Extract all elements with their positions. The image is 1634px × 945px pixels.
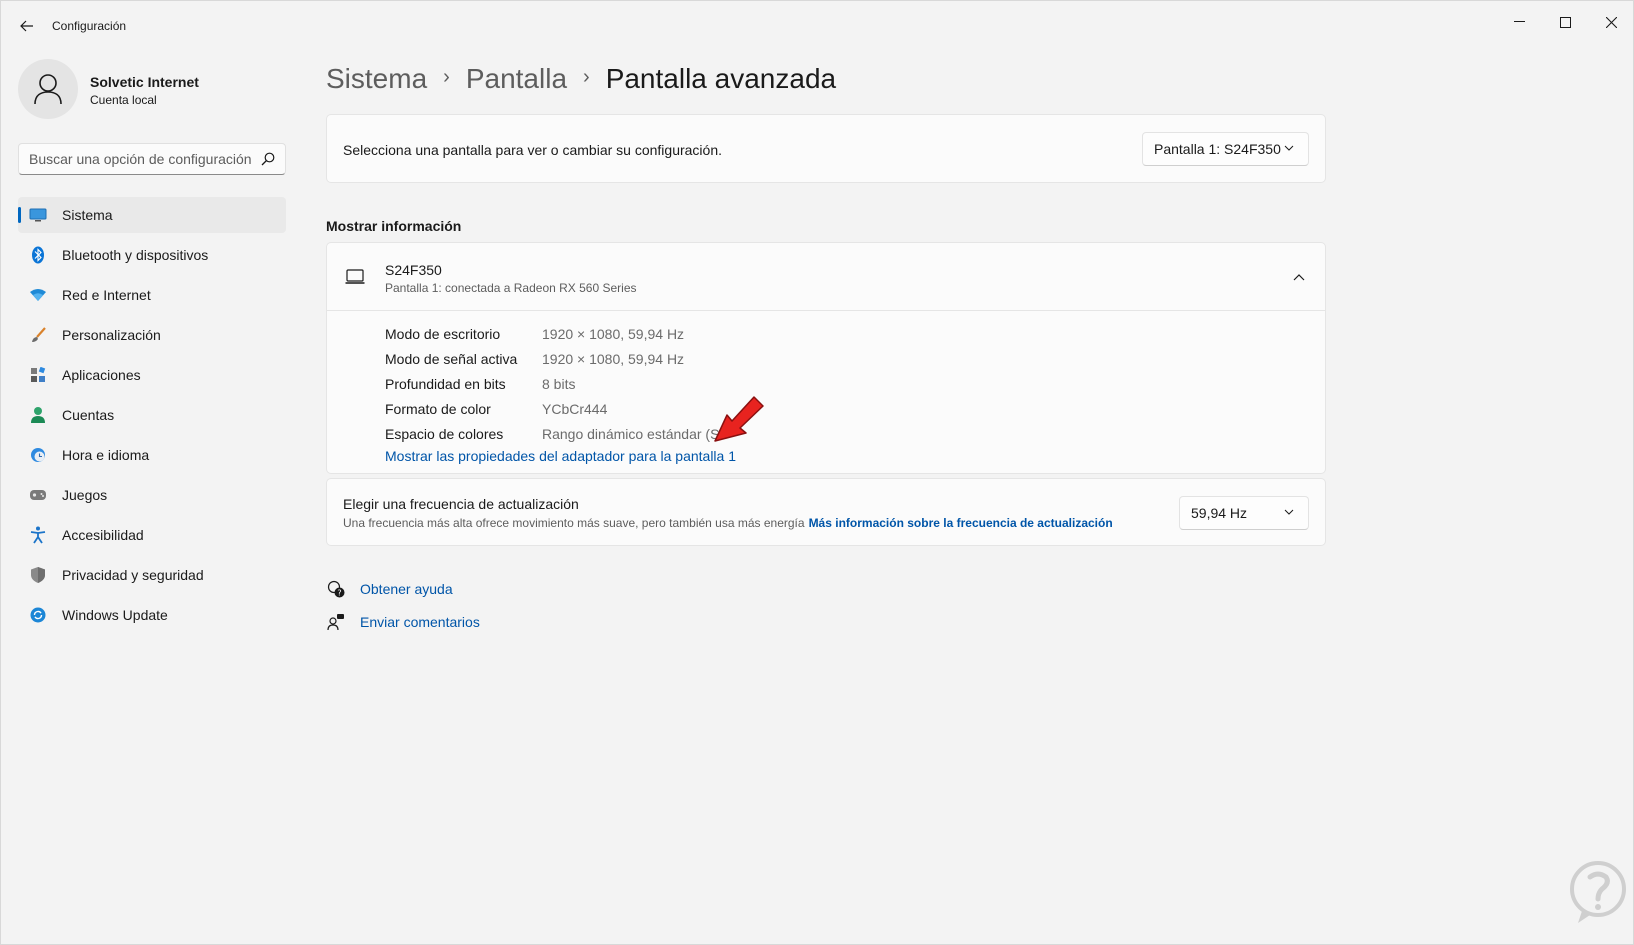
sidebar-item-accesibilidad[interactable]: Accesibilidad xyxy=(18,517,286,553)
sidebar-item-cuentas[interactable]: Cuentas xyxy=(18,397,286,433)
chevron-right-icon: › xyxy=(443,65,450,88)
search-icon[interactable] xyxy=(261,152,275,166)
search-input[interactable] xyxy=(29,149,254,169)
sidebar-item-label: Accesibilidad xyxy=(62,527,144,543)
sidebar-item-windows-update[interactable]: Windows Update xyxy=(18,597,286,633)
info-key: Profundidad en bits xyxy=(385,376,506,392)
breadcrumb-sistema[interactable]: Sistema xyxy=(326,63,427,95)
minimize-icon xyxy=(1513,21,1525,22)
sidebar-item-juegos[interactable]: Juegos xyxy=(18,477,286,513)
back-button[interactable] xyxy=(15,15,39,37)
system-icon xyxy=(29,206,47,224)
sidebar-item-label: Bluetooth y dispositivos xyxy=(62,247,209,263)
feedback-icon xyxy=(326,612,346,632)
info-key: Formato de color xyxy=(385,401,491,417)
close-button[interactable] xyxy=(1588,7,1634,37)
refresh-rate-description: Una frecuencia más alta ofrece movimient… xyxy=(343,516,1113,530)
wifi-icon xyxy=(29,286,47,304)
get-help-label: Obtener ayuda xyxy=(360,581,453,597)
section-title-display-info: Mostrar información xyxy=(326,218,462,234)
person-icon xyxy=(29,406,47,424)
sidebar-item-sistema[interactable]: Sistema xyxy=(18,197,286,233)
sidebar-item-label: Aplicaciones xyxy=(62,367,141,383)
info-key: Espacio de colores xyxy=(385,426,504,442)
sidebar-item-aplicaciones[interactable]: Aplicaciones xyxy=(18,357,286,393)
shield-icon xyxy=(29,566,47,584)
profile-account-type: Cuenta local xyxy=(90,93,157,107)
sidebar-item-label: Windows Update xyxy=(62,607,168,623)
back-arrow-icon xyxy=(20,20,33,32)
sidebar-item-label: Juegos xyxy=(62,487,108,503)
minimize-button[interactable] xyxy=(1496,7,1542,37)
annotation-arrow-icon xyxy=(714,396,764,442)
chevron-up-icon xyxy=(1293,274,1305,281)
sidebar-item-bluetooth[interactable]: Bluetooth y dispositivos xyxy=(18,237,286,273)
send-feedback-label: Enviar comentarios xyxy=(360,614,480,630)
sidebar-item-personalizacion[interactable]: Personalización xyxy=(18,317,286,353)
sidebar-item-label: Privacidad y seguridad xyxy=(62,567,204,583)
monitor-icon xyxy=(345,269,365,284)
display-dropdown[interactable]: Pantalla 1: S24F350 xyxy=(1142,132,1309,166)
page-title: Pantalla avanzada xyxy=(605,63,837,94)
breadcrumb: Sistema › Pantalla › Pantalla avanzada xyxy=(326,59,836,99)
refresh-rate-dropdown[interactable]: 59,94 Hz xyxy=(1179,496,1309,530)
display-select-prompt: Selecciona una pantalla para ver o cambi… xyxy=(343,142,723,158)
device-name: S24F350 xyxy=(385,262,442,278)
title-bar: Configuración xyxy=(1,1,1633,49)
info-value: 8 bits xyxy=(542,376,576,392)
refresh-rate-desc-text: Una frecuencia más alta ofrece movimient… xyxy=(343,516,805,530)
clock-globe-icon xyxy=(29,446,47,464)
sidebar-nav: Sistema Bluetooth y dispositivos Red e I… xyxy=(18,197,286,637)
refresh-rate-card: Elegir una frecuencia de actualización U… xyxy=(326,478,1326,546)
refresh-rate-title: Elegir una frecuencia de actualización xyxy=(343,496,579,512)
chevron-down-icon xyxy=(1284,145,1294,151)
search-box xyxy=(18,143,286,175)
sidebar-item-label: Hora e idioma xyxy=(62,447,150,463)
device-connection: Pantalla 1: conectada a Radeon RX 560 Se… xyxy=(385,281,637,295)
get-help-link[interactable]: ? Obtener ayuda xyxy=(326,579,453,599)
gamepad-icon xyxy=(29,486,47,504)
settings-window: Configuración Solvetic Internet Cuenta l… xyxy=(0,0,1634,945)
chevron-down-icon xyxy=(1284,509,1294,515)
info-key: Modo de escritorio xyxy=(385,326,501,342)
app-title: Configuración xyxy=(52,19,127,33)
sidebar-item-label: Sistema xyxy=(62,207,113,223)
collapse-button[interactable] xyxy=(1289,267,1309,287)
breadcrumb-pantalla[interactable]: Pantalla xyxy=(466,63,567,95)
svg-text:?: ? xyxy=(337,589,341,598)
update-icon xyxy=(29,606,47,624)
info-value: 1920 × 1080, 59,94 Hz xyxy=(542,326,685,342)
maximize-button[interactable] xyxy=(1542,7,1588,37)
chevron-right-icon: › xyxy=(583,65,590,88)
adapter-properties-link[interactable]: Mostrar las propiedades del adaptador pa… xyxy=(385,448,736,464)
sidebar-item-label: Red e Internet xyxy=(62,287,151,303)
sidebar-item-label: Personalización xyxy=(62,327,161,343)
info-value: YCbCr444 xyxy=(542,401,608,417)
avatar[interactable] xyxy=(18,59,78,119)
watermark-logo-icon xyxy=(1570,861,1626,923)
sidebar-item-privacidad[interactable]: Privacidad y seguridad xyxy=(18,557,286,593)
user-icon xyxy=(34,74,62,105)
bluetooth-icon xyxy=(29,246,47,264)
display-info-card: S24F350 Pantalla 1: conectada a Radeon R… xyxy=(326,242,1326,474)
display-info-header[interactable]: S24F350 Pantalla 1: conectada a Radeon R… xyxy=(327,243,1325,311)
maximize-icon xyxy=(1559,16,1571,28)
refresh-rate-info-link[interactable]: Más información sobre la frecuencia de a… xyxy=(809,516,1113,530)
sidebar-item-red[interactable]: Red e Internet xyxy=(18,277,286,313)
accessibility-icon xyxy=(29,526,47,544)
display-select-card: Selecciona una pantalla para ver o cambi… xyxy=(326,114,1326,183)
info-key: Modo de señal activa xyxy=(385,351,518,367)
display-dropdown-value: Pantalla 1: S24F350 xyxy=(1154,141,1281,157)
profile-name: Solvetic Internet xyxy=(90,74,199,90)
apps-icon xyxy=(29,366,47,384)
close-icon xyxy=(1605,16,1617,28)
help-icon: ? xyxy=(326,579,346,599)
refresh-rate-value: 59,94 Hz xyxy=(1191,505,1248,521)
send-feedback-link[interactable]: Enviar comentarios xyxy=(326,612,480,632)
brush-icon xyxy=(29,326,47,344)
info-value: 1920 × 1080, 59,94 Hz xyxy=(542,351,685,367)
sidebar-item-hora[interactable]: Hora e idioma xyxy=(18,437,286,473)
info-value: Rango dinámico estándar (SD xyxy=(542,426,730,442)
sidebar-item-label: Cuentas xyxy=(62,407,115,423)
